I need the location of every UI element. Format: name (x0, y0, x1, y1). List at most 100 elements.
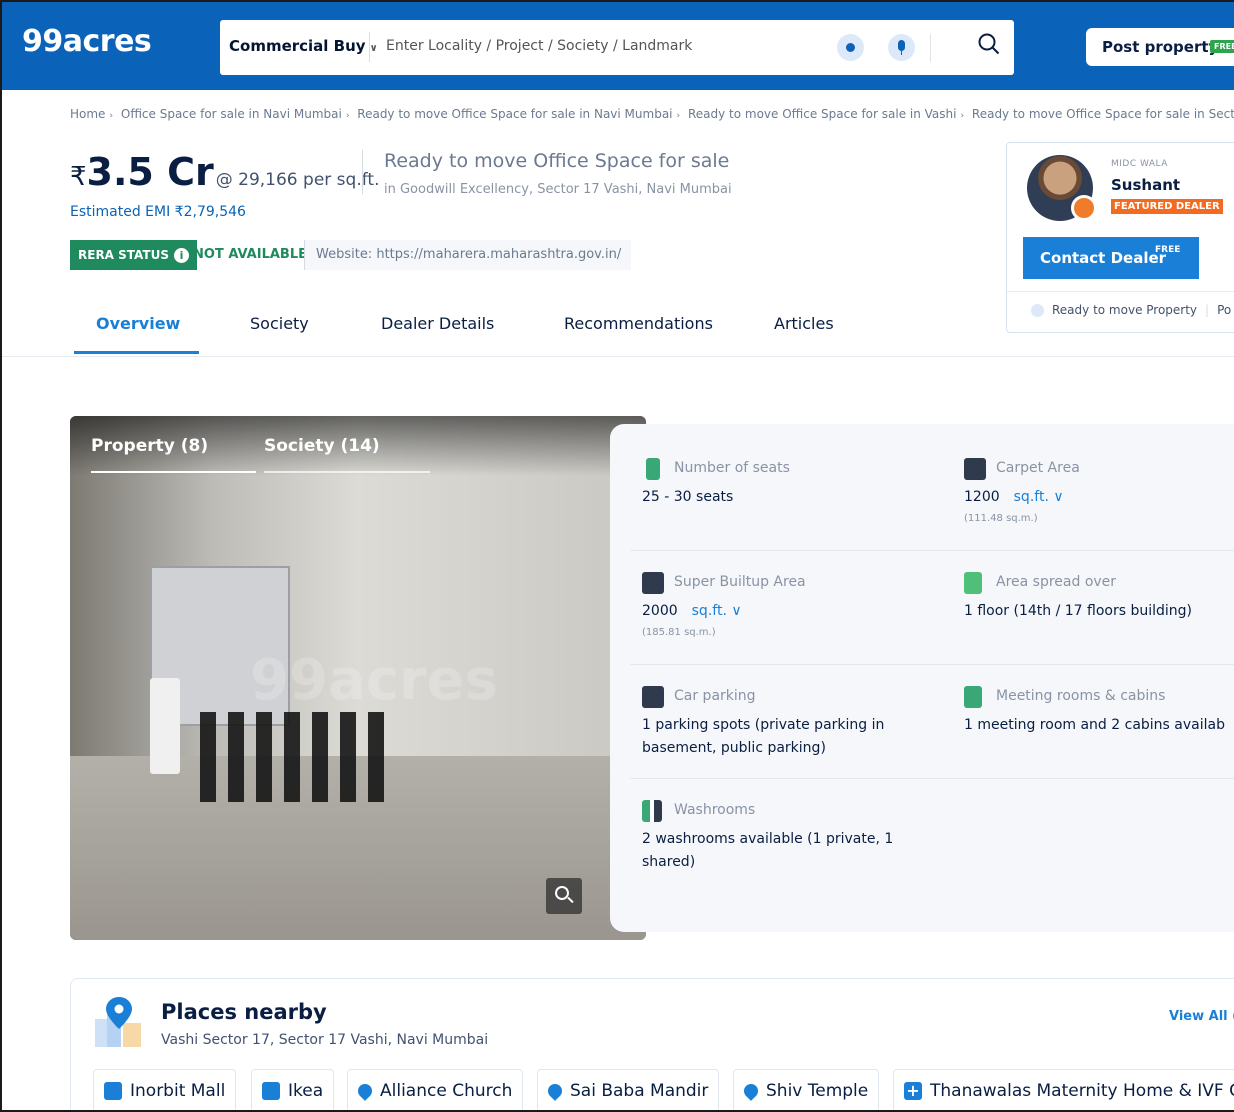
price-block: ₹3.5 Cr @ 29,166 per sq.ft. (70, 150, 379, 194)
place-name: Ikea (288, 1081, 324, 1101)
page-tabs: Overview Society Dealer Details Recommen… (2, 302, 1234, 357)
spec-divider (630, 778, 1234, 779)
gallery-tab-property[interactable]: Property (8) (91, 436, 208, 456)
view-all-link[interactable]: View All (5 (1169, 1009, 1234, 1024)
info-icon[interactable]: i (173, 247, 189, 263)
places-subtitle: Vashi Sector 17, Sector 17 Vashi, Navi M… (161, 1032, 489, 1048)
washroom-line-2: shared) (642, 854, 696, 870)
car-icon (642, 686, 664, 708)
breadcrumb-item[interactable]: Home (70, 107, 105, 121)
unit-dropdown[interactable]: sq.ft. ∨ (1014, 489, 1064, 505)
place-name: Inorbit Mall (130, 1081, 226, 1101)
page-frame: 99acres Commercial Buy ∨ Enter Locality /… (0, 0, 1234, 1112)
spec-value: 1 parking spots (private parking in basem… (642, 714, 884, 760)
hospital-cross-icon: + (904, 1082, 922, 1100)
parking-line-2: basement, public parking) (642, 740, 826, 756)
gallery-tabs: Property (8) Society (14) (70, 416, 646, 476)
spec-divider (630, 550, 1234, 551)
spec-value: 2000 sq.ft. ∨ (642, 600, 806, 623)
place-name: Thanawalas Maternity Home & IVF C (930, 1081, 1234, 1101)
tab-recommendations[interactable]: Recommendations (564, 314, 713, 333)
tab-articles[interactable]: Articles (774, 314, 834, 333)
post-property-button[interactable]: Post property FREE (1086, 28, 1234, 66)
building-icon (964, 572, 982, 594)
contact-dealer-button[interactable]: Contact Dealer FREE (1023, 237, 1199, 279)
spec-divider (630, 664, 1234, 665)
washroom-line-1: 2 washrooms available (1 private, 1 (642, 831, 894, 847)
rera-status-badge[interactable]: RERA STATUS i (70, 240, 197, 270)
spec-label: Meeting rooms & cabins (996, 688, 1166, 704)
breadcrumb-separator: › (960, 111, 965, 121)
place-chip[interactable]: + Thanawalas Maternity Home & IVF C (893, 1069, 1234, 1110)
search-icon[interactable] (978, 33, 1000, 55)
dealer-name[interactable]: Sushant (1111, 176, 1180, 194)
location-pin-icon (355, 1081, 375, 1101)
breadcrumb: Home › Office Space for sale in Navi Mumb… (70, 107, 1234, 121)
unit-dropdown[interactable]: sq.ft. ∨ (692, 603, 742, 619)
site-logo[interactable]: 99acres (22, 24, 152, 59)
rera-website[interactable]: Website: https://maharera.maharashtra.go… (304, 240, 632, 270)
breadcrumb-item[interactable]: Office Space for sale in Navi Mumbai (121, 107, 342, 121)
specs-panel: Number of seats 25 - 30 seats Carpet Are… (610, 424, 1234, 932)
spec-label: Super Builtup Area (674, 574, 806, 590)
photo-gallery[interactable]: 99acres Property (8) Society (14) (70, 416, 646, 940)
area-icon (964, 458, 986, 480)
area-icon (642, 572, 664, 594)
breadcrumb-item[interactable]: Ready to move Office Space for sale in S… (972, 107, 1234, 121)
dealer-tagline: MIDC WALA (1111, 159, 1168, 169)
property-type-label: Commercial Buy (229, 37, 366, 55)
property-location: in Goodwill Excellency, Sector 17 Vashi,… (384, 182, 732, 197)
search-divider (369, 32, 370, 62)
microphone-icon[interactable] (888, 34, 915, 61)
breadcrumb-separator: › (109, 111, 114, 121)
spec-car-parking: Car parking 1 parking spots (private par… (642, 686, 884, 760)
title-divider (362, 150, 363, 194)
breadcrumb-item[interactable]: Ready to move Office Space for sale in V… (688, 107, 957, 121)
contact-dealer-label: Contact Dealer (1040, 249, 1167, 267)
tab-society[interactable]: Society (250, 314, 309, 333)
place-name: Sai Baba Mandir (570, 1081, 709, 1101)
spec-seats: Number of seats 25 - 30 seats (642, 458, 790, 509)
place-chip[interactable]: Inorbit Mall (93, 1069, 237, 1110)
search-input[interactable]: Enter Locality / Project / Society / Lan… (386, 38, 692, 54)
parking-line-1: 1 parking spots (private parking in (642, 717, 885, 733)
rera-status-label: RERA STATUS (78, 248, 169, 262)
zoom-icon[interactable] (546, 878, 582, 914)
spec-meeting-rooms: Meeting rooms & cabins 1 meeting room an… (964, 686, 1225, 737)
spec-label: Area spread over (996, 574, 1117, 590)
map-pin-icon (95, 997, 141, 1047)
award-badge-icon (1071, 195, 1097, 221)
place-chip[interactable]: Alliance Church (347, 1069, 524, 1110)
carpet-area-value: 1200 (964, 489, 1000, 505)
tab-overview[interactable]: Overview (96, 314, 180, 333)
gallery-tab-underline (91, 471, 256, 473)
currency-symbol: ₹ (70, 162, 87, 192)
place-chip[interactable]: Ikea (251, 1069, 335, 1110)
place-chip[interactable]: Shiv Temple (733, 1069, 880, 1110)
meeting-board-icon (964, 686, 982, 708)
spec-value: 25 - 30 seats (642, 489, 734, 505)
location-pin-icon (545, 1081, 565, 1101)
property-type-dropdown[interactable]: Commercial Buy ∨ (229, 37, 378, 55)
gallery-tab-society[interactable]: Society (14) (264, 436, 380, 456)
spec-value: 1200 sq.ft. ∨ (964, 486, 1080, 509)
chevron-down-icon: ∨ (1053, 489, 1064, 505)
super-area-value: 2000 (642, 603, 678, 619)
spec-value: 1 meeting room and 2 cabins availab (964, 717, 1225, 733)
estimated-emi-link[interactable]: Estimated EMI ₹2,79,546 (70, 204, 246, 220)
post-property-label: Post property (1102, 38, 1219, 56)
seat-icon (646, 458, 660, 480)
place-chip[interactable]: Sai Baba Mandir (537, 1069, 720, 1110)
gallery-tab-underline (264, 471, 430, 473)
spec-sub-value: (111.48 sq.m.) (964, 513, 1038, 524)
location-target-icon[interactable] (837, 34, 864, 61)
spec-label: Carpet Area (996, 460, 1080, 476)
active-tab-indicator (74, 351, 199, 354)
chevron-down-icon: ∨ (369, 43, 378, 54)
breadcrumb-item[interactable]: Ready to move Office Space for sale in N… (357, 107, 672, 121)
photo-chairs (200, 712, 390, 802)
spec-label: Number of seats (674, 460, 790, 476)
tab-dealer-details[interactable]: Dealer Details (381, 314, 494, 333)
location-pin-icon (741, 1081, 761, 1101)
places-nearby-card: Places nearby Vashi Sector 17, Sector 17… (70, 978, 1234, 1110)
